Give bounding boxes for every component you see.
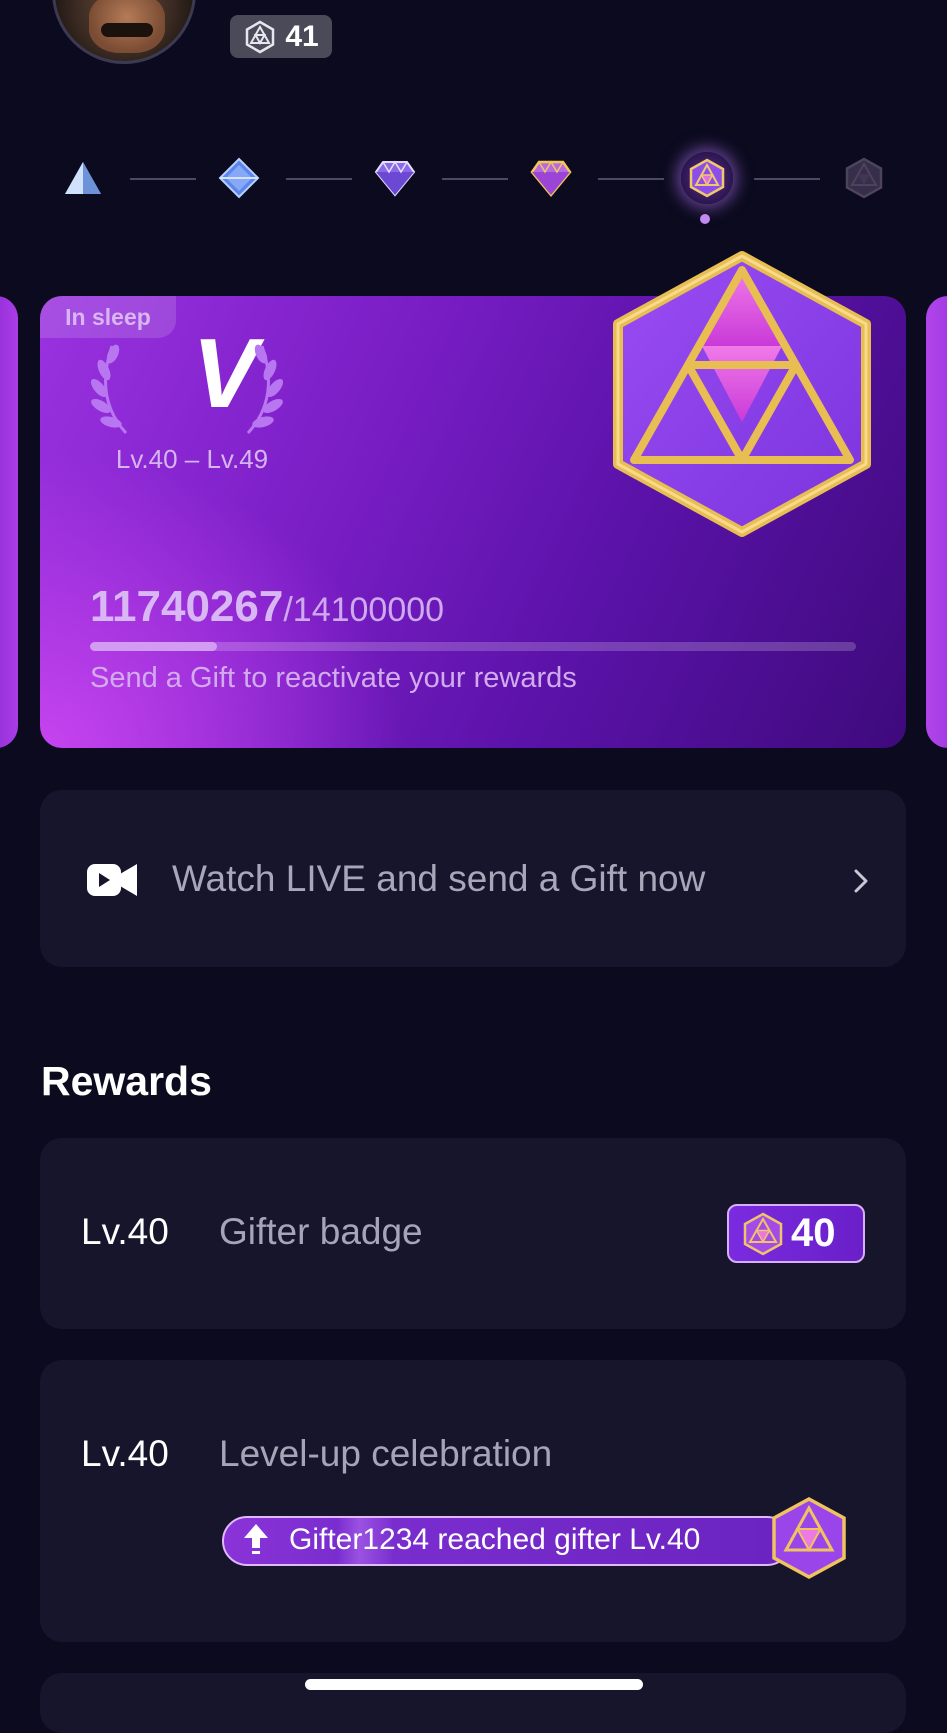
reward-level: Lv.40 — [81, 1211, 169, 1252]
reward-level: Lv.40 — [81, 1433, 169, 1474]
progress-bar — [90, 642, 856, 651]
gifter-level-value: 41 — [285, 19, 319, 53]
arrow-up-icon — [244, 1524, 268, 1554]
gifter-level-chip: 41 — [230, 15, 332, 58]
rewards-heading: Rewards — [41, 1058, 212, 1104]
diamond-gem-icon — [530, 160, 572, 197]
icosahedron-gem-icon — [845, 157, 883, 199]
reactivate-hint: Send a Gift to reactivate your rewards — [90, 662, 577, 694]
prev-tier-card[interactable] — [0, 296, 18, 748]
gem-icon — [246, 20, 275, 53]
track-connector — [442, 178, 508, 180]
track-connector — [598, 178, 664, 180]
reward-name: Gifter badge — [219, 1211, 423, 1252]
track-connector — [130, 178, 196, 180]
points-readout: 11740267/14100000 — [90, 582, 444, 632]
tier-gem-icon — [613, 251, 871, 537]
tier-node-6-locked[interactable] — [841, 155, 887, 201]
current-tier-indicator — [700, 214, 710, 224]
level-range: Lv.40 – Lv.49 — [115, 444, 269, 474]
tier-node-3[interactable] — [372, 155, 418, 201]
tier-node-4[interactable] — [528, 155, 574, 201]
home-indicator[interactable] — [305, 1679, 643, 1690]
icosahedron-gem-icon — [689, 158, 725, 198]
celebration-text: Gifter1234 reached gifter Lv.40 — [289, 1523, 701, 1556]
current-points: 11740267 — [90, 582, 284, 631]
laurel-left-icon — [90, 344, 128, 435]
pyramid-gem-icon — [65, 162, 101, 194]
progress-fill — [90, 642, 218, 651]
next-tier-card[interactable] — [926, 296, 947, 748]
tier-node-5-current[interactable] — [681, 152, 733, 204]
user-avatar[interactable] — [52, 0, 196, 64]
chevron-right-icon[interactable] — [852, 868, 870, 894]
laurel-right-icon — [246, 344, 284, 435]
track-connector — [754, 178, 820, 180]
gifter-badge-preview: 40 — [727, 1204, 865, 1263]
diamond-gem-icon — [218, 157, 260, 199]
watch-live-label[interactable]: Watch LIVE and send a Gift now — [172, 858, 705, 900]
target-points: /14100000 — [283, 591, 445, 629]
video-camera-icon — [87, 864, 137, 896]
badge-value: 40 — [791, 1211, 836, 1255]
track-connector — [286, 178, 352, 180]
gem-icon — [772, 1497, 846, 1579]
reward-name: Level-up celebration — [219, 1433, 553, 1474]
diamond-gem-icon — [374, 160, 416, 197]
tier-node-2[interactable] — [216, 155, 262, 201]
status-tag: In sleep — [40, 296, 176, 338]
gem-icon — [743, 1212, 783, 1255]
tier-node-1[interactable] — [60, 155, 106, 201]
